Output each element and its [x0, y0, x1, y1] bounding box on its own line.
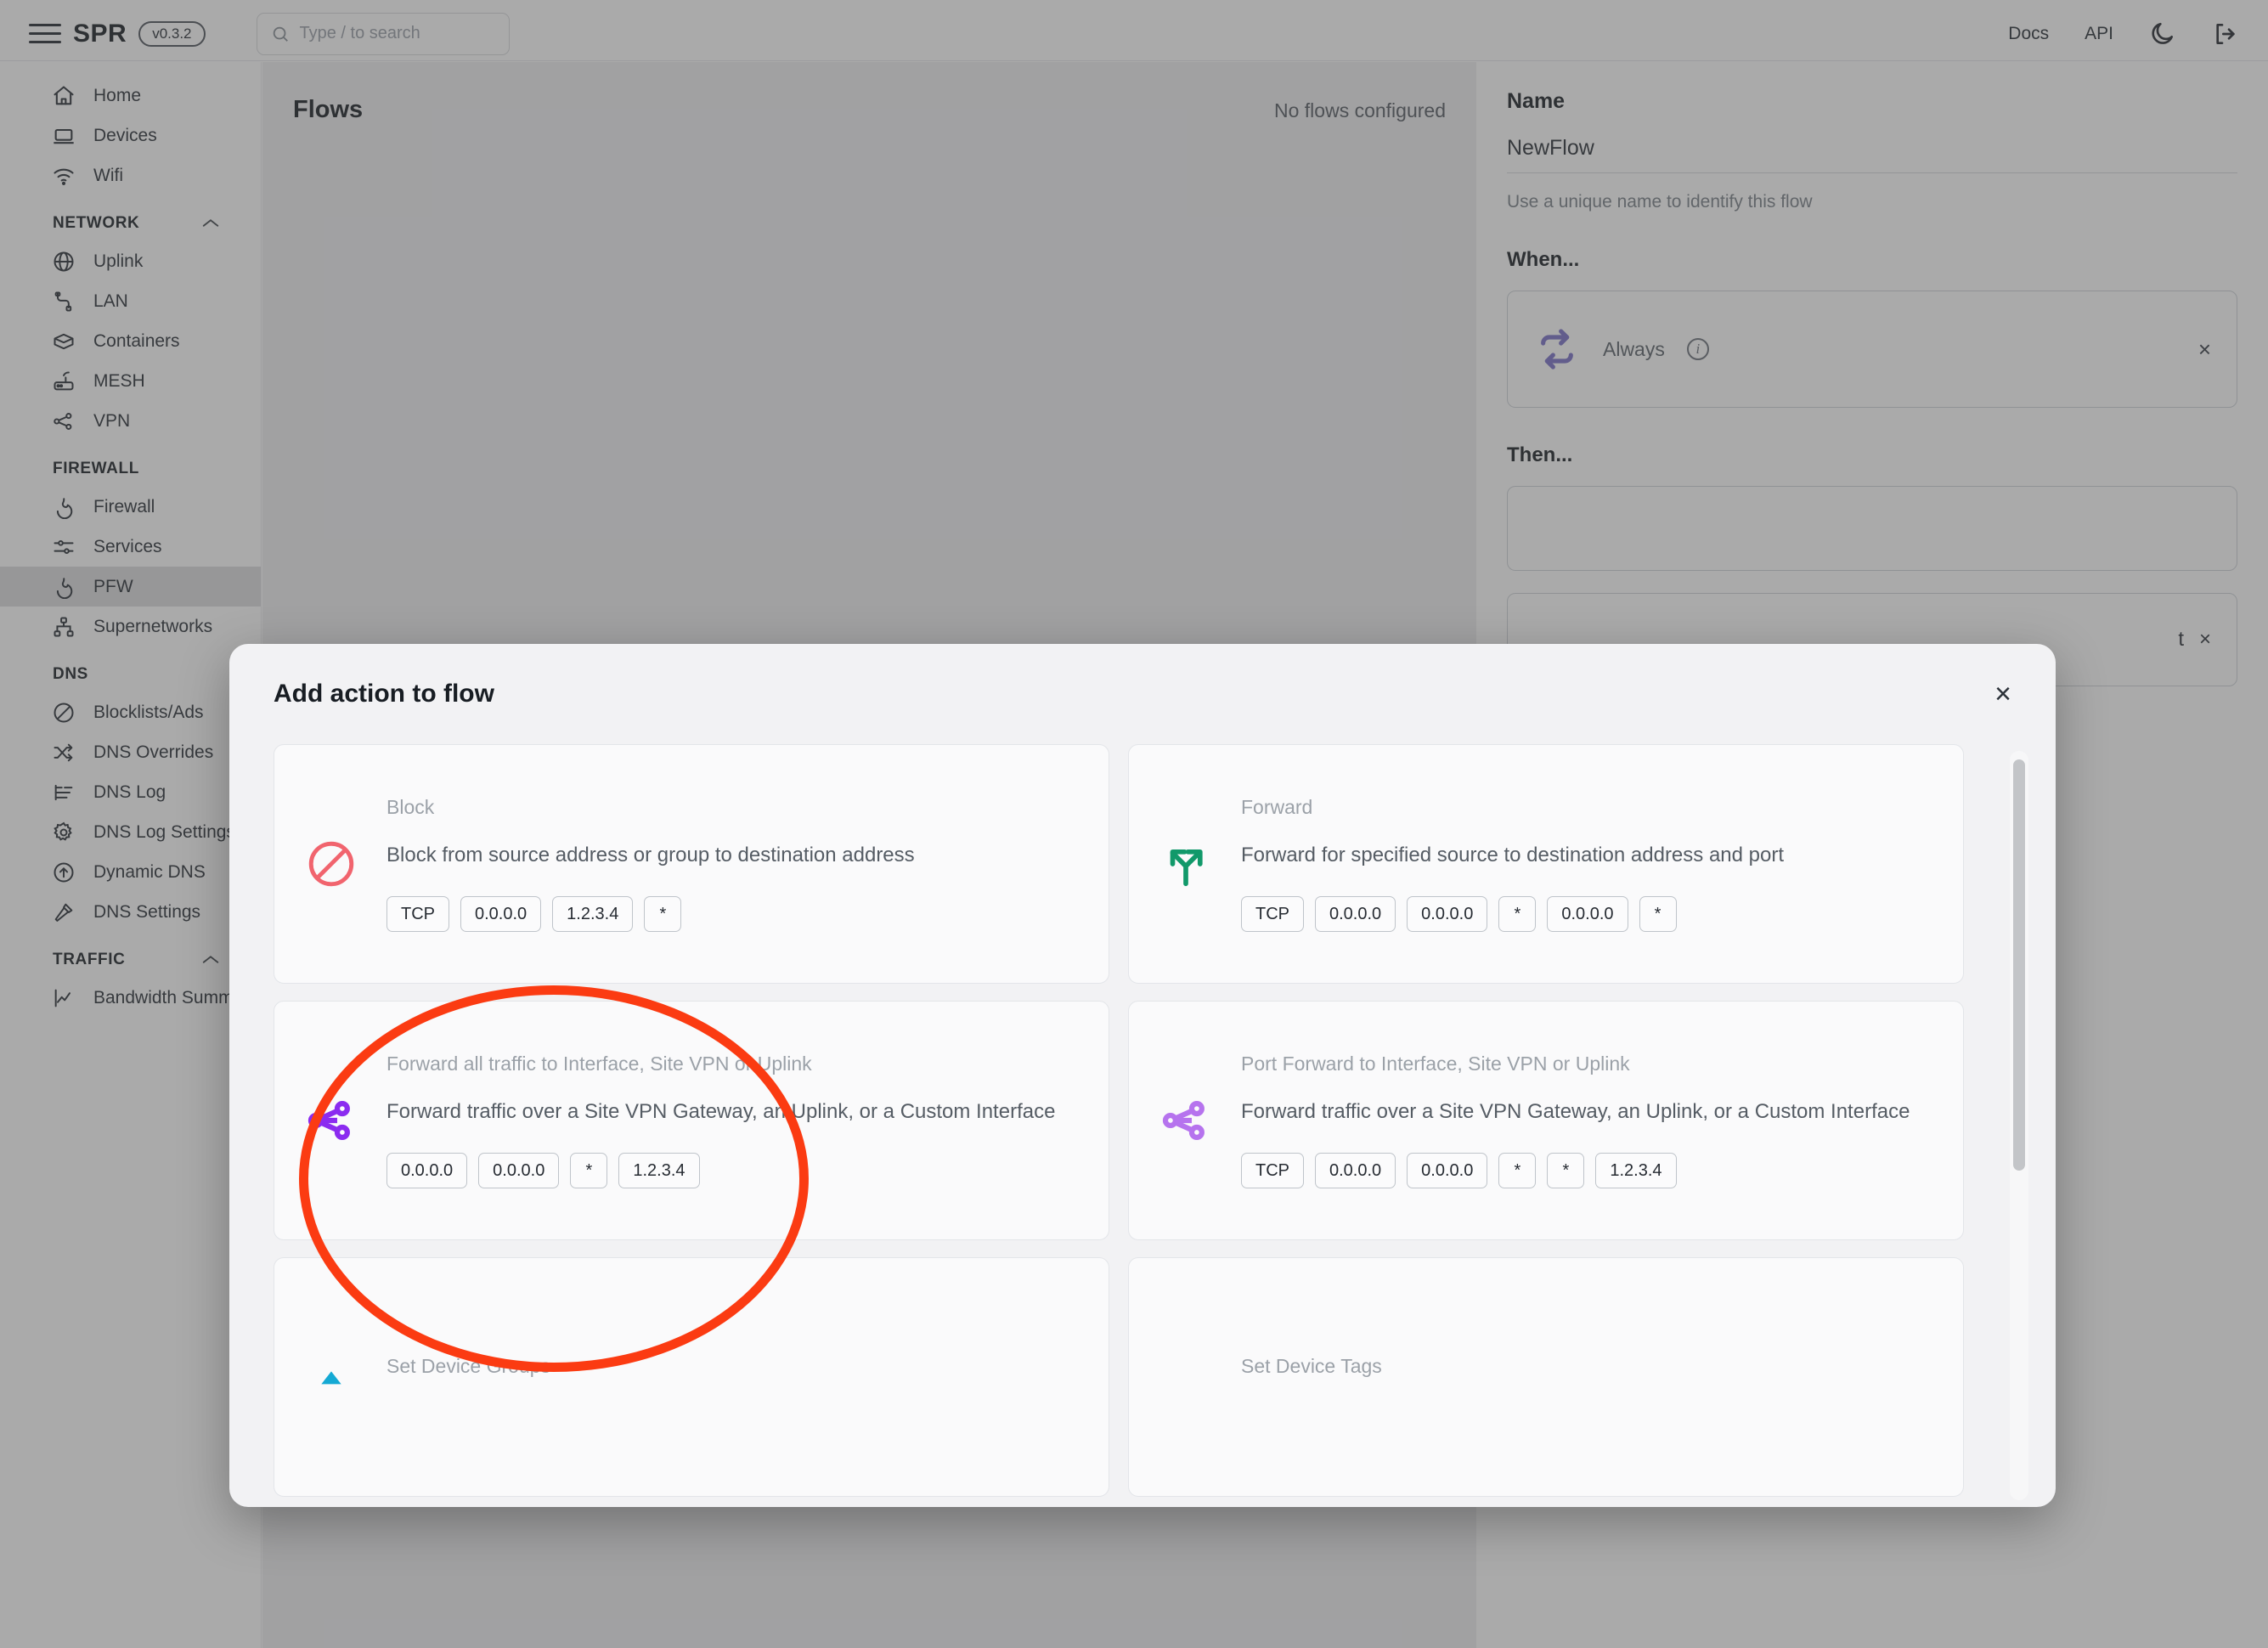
tag: 1.2.3.4 — [1595, 1152, 1677, 1188]
tag: 1.2.3.4 — [618, 1152, 700, 1188]
tag: 0.0.0.0 — [386, 1152, 468, 1188]
action-card-port-forward[interactable]: Port Forward to Interface, Site VPN or U… — [1128, 1001, 1964, 1240]
tag: 0.0.0.0 — [1547, 895, 1628, 932]
tag: 0.0.0.0 — [1407, 895, 1488, 932]
action-card-description: Forward traffic over a Site VPN Gateway,… — [1241, 1100, 1910, 1124]
tag: * — [1498, 1152, 1537, 1188]
tag: TCP — [386, 895, 449, 932]
tag: 0.0.0.0 — [1315, 1152, 1396, 1188]
modal-scrollbar-thumb[interactable] — [2013, 759, 2025, 1171]
modal-title: Add action to flow — [274, 680, 494, 708]
action-card-grid: Block Block from source address or group… — [274, 744, 2011, 1497]
app-root: SPR v0.3.2 Type / to search Docs API Hom… — [0, 0, 2268, 1648]
tag: * — [1639, 895, 1677, 932]
tag: * — [644, 895, 682, 932]
modal-body: Block Block from source address or group… — [229, 744, 2056, 1507]
modal-scrollbar[interactable] — [2010, 751, 2028, 1500]
share-nodes-icon — [1154, 1094, 1217, 1147]
action-card-title: Port Forward to Interface, Site VPN or U… — [1241, 1053, 1630, 1075]
action-card-content: Set Device Groups — [386, 1355, 1075, 1400]
tag: 0.0.0.0 — [1315, 895, 1396, 932]
tag: 0.0.0.0 — [1407, 1152, 1488, 1188]
action-card-title: Forward — [1241, 796, 1313, 819]
action-card-tags: TCP 0.0.0.0 0.0.0.0 * 0.0.0.0 * — [1241, 895, 1929, 932]
tag: 1.2.3.4 — [552, 895, 634, 932]
triangle-icon — [300, 1360, 363, 1394]
action-card-block[interactable]: Block Block from source address or group… — [274, 744, 1109, 984]
action-card-content: Forward all traffic to Interface, Site V… — [386, 1053, 1075, 1188]
tag: 0.0.0.0 — [460, 895, 542, 932]
ban-icon — [300, 838, 363, 890]
action-card-content: Set Device Tags — [1241, 1355, 1929, 1400]
action-card-forward[interactable]: Forward Forward for specified source to … — [1128, 744, 1964, 984]
action-card-title: Forward all traffic to Interface, Site V… — [386, 1053, 812, 1075]
close-icon[interactable]: × — [1994, 680, 2011, 708]
action-card-description: Forward traffic over a Site VPN Gateway,… — [386, 1100, 1056, 1124]
action-card-title: Block — [386, 796, 435, 819]
action-card-forward-all-traffic[interactable]: Forward all traffic to Interface, Site V… — [274, 1001, 1109, 1240]
action-card-content: Port Forward to Interface, Site VPN or U… — [1241, 1053, 1929, 1188]
action-card-tags: TCP 0.0.0.0 1.2.3.4 * — [386, 895, 1075, 932]
tag: TCP — [1241, 1152, 1304, 1188]
tag: 0.0.0.0 — [478, 1152, 560, 1188]
action-card-set-device-groups[interactable]: Set Device Groups — [274, 1257, 1109, 1497]
modal-header: Add action to flow × — [229, 644, 2056, 744]
action-card-tags: 0.0.0.0 0.0.0.0 * 1.2.3.4 — [386, 1152, 1075, 1188]
tag: * — [1547, 1152, 1585, 1188]
action-card-content: Forward Forward for specified source to … — [1241, 796, 1929, 932]
action-card-tags: TCP 0.0.0.0 0.0.0.0 * * 1.2.3.4 — [1241, 1152, 1929, 1188]
tag: TCP — [1241, 895, 1304, 932]
action-card-title: Set Device Tags — [1241, 1354, 1382, 1377]
action-card-title: Set Device Groups — [386, 1354, 551, 1377]
add-action-modal: Add action to flow × Block Block from so… — [229, 644, 2056, 1507]
action-card-set-device-tags[interactable]: Set Device Tags — [1128, 1257, 1964, 1497]
share-nodes-icon — [300, 1094, 363, 1147]
fork-arrows-icon — [1154, 838, 1217, 890]
tag: * — [1498, 895, 1537, 932]
action-card-description: Forward for specified source to destinat… — [1241, 844, 1785, 867]
action-card-content: Block Block from source address or group… — [386, 796, 1075, 932]
action-card-description: Block from source address or group to de… — [386, 844, 915, 867]
tag: * — [570, 1152, 608, 1188]
